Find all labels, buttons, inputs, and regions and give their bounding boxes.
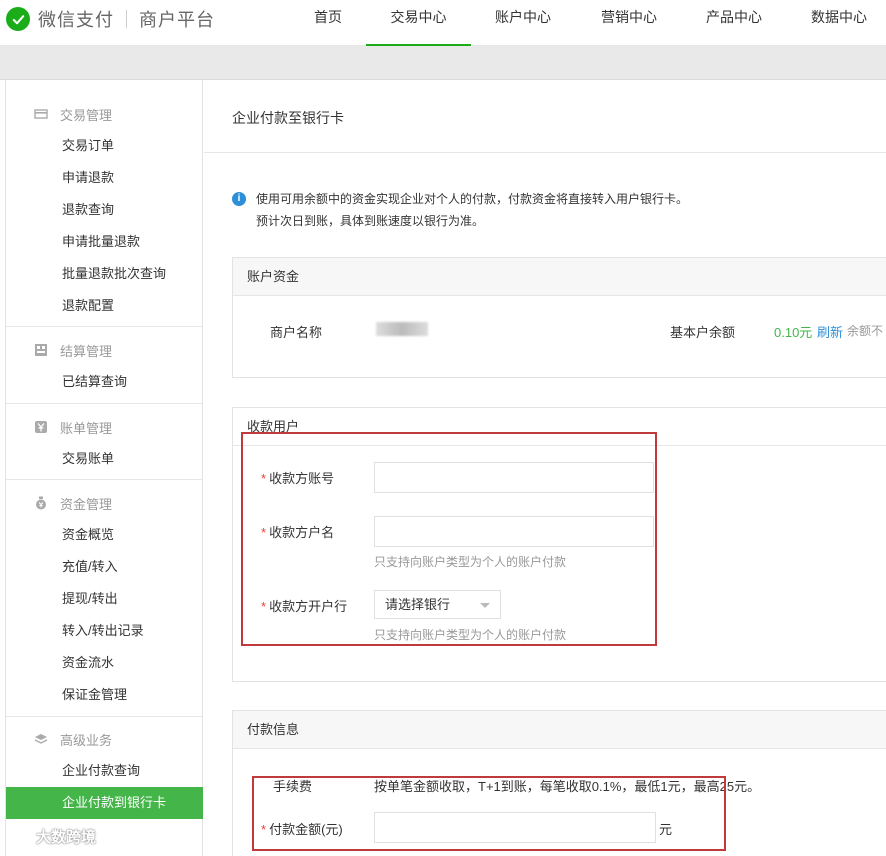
nav-home[interactable]: 首页	[313, 0, 343, 46]
sidebar-group-header: 结算管理	[6, 334, 203, 366]
amount-unit: 元	[659, 822, 673, 837]
grid-icon	[34, 343, 48, 357]
nav-trade-center[interactable]: 交易中心	[366, 0, 471, 46]
payee-account-label: * 收款方账号	[261, 471, 335, 486]
payment-info-panel: 付款信息 手续费 按单笔金额收取，T+1到账，每笔收取0.1%，最低1元，最高2…	[232, 710, 886, 856]
payee-panel: 收款用户 * 收款方账号 * 收款方户名 只支持向账户类型为个人的账户付款 * 收款方…	[232, 407, 886, 682]
chevron-down-icon	[480, 603, 490, 608]
merchant-name-redacted	[376, 322, 428, 336]
notice: i 使用可用余额中的资金实现企业对个人的付款，付款资金将直接转入用户银行卡。 预…	[232, 188, 688, 232]
sidebar-item-refund-config[interactable]: 退款配置	[6, 290, 203, 322]
sidebar-item-deposit-management[interactable]: 保证金管理	[6, 679, 203, 711]
sidebar-group-header: 账单管理	[6, 411, 203, 443]
top-nav-bar: 微信支付 商户平台 首页 交易中心 账户中心 营销中心 产品中心 数据中心	[0, 0, 886, 46]
brand[interactable]: 微信支付 商户平台	[6, 6, 215, 32]
balance-label: 基本户余额	[670, 325, 736, 340]
sidebar-group-bills: 账单管理 交易账单	[6, 411, 203, 475]
sidebar-divider	[6, 479, 203, 480]
brand-platform: 商户平台	[139, 10, 215, 30]
panel-header: 收款用户	[233, 408, 886, 446]
merchant-name-label: 商户名称	[270, 325, 323, 340]
sidebar-item-trade-bill[interactable]: 交易账单	[6, 443, 203, 475]
account-funds-panel: 账户资金 商户名称 基本户余额 0.10元 刷新 余额不	[232, 257, 886, 378]
sidebar-item-enterprise-payment-query[interactable]: 企业付款查询	[6, 755, 203, 787]
fee-label: 手续费	[273, 779, 313, 794]
brand-name: 微信支付	[38, 10, 114, 30]
sidebar-group-header: 高级业务	[6, 723, 203, 755]
amount-label: * 付款金额(元)	[261, 822, 343, 837]
sidebar-group-header: 交易管理	[6, 98, 203, 130]
sidebar-item-batch-refund-query[interactable]: 批量退款批次查询	[6, 258, 203, 290]
sidebar-item-trade-orders[interactable]: 交易订单	[6, 130, 203, 162]
watermark: 大数跨境	[6, 826, 96, 847]
balance-value: 0.10元	[774, 325, 813, 340]
sidebar-item-fund-flow[interactable]: 资金流水	[6, 647, 203, 679]
sidebar-item-batch-refund[interactable]: 申请批量退款	[6, 226, 203, 258]
yen-icon	[34, 420, 48, 434]
panel-header: 付款信息	[233, 711, 886, 749]
page-title: 企业付款至银行卡	[232, 110, 344, 126]
info-icon: i	[232, 192, 246, 206]
sidebar-group-trade: 交易管理 交易订单 申请退款 退款查询 申请批量退款 批量退款批次查询 退款配置	[6, 98, 203, 322]
sidebar-item-withdraw[interactable]: 提现/转出	[6, 583, 203, 615]
bank-select[interactable]: 请选择银行	[374, 590, 501, 619]
sidebar-item-funds-overview[interactable]: 资金概览	[6, 519, 203, 551]
watermark-logo-icon	[7, 831, 29, 844]
fee-text: 按单笔金额收取，T+1到账，每笔收取0.1%，最低1元，最高25元。	[374, 779, 761, 794]
nav-data-center[interactable]: 数据中心	[807, 0, 871, 46]
balance-note: 余额不	[847, 324, 884, 338]
money-bag-icon	[34, 496, 48, 510]
notice-line-1: 使用可用余额中的资金实现企业对个人的付款，付款资金将直接转入用户银行卡。	[256, 192, 689, 206]
nav-marketing-center[interactable]: 营销中心	[597, 0, 661, 46]
sidebar-item-refund-query[interactable]: 退款查询	[6, 194, 203, 226]
sidebar-item-transfer-records[interactable]: 转入/转出记录	[6, 615, 203, 647]
sidebar-divider	[6, 326, 203, 327]
sidebar: 交易管理 交易订单 申请退款 退款查询 申请批量退款 批量退款批次查询 退款配置…	[5, 80, 203, 856]
brand-divider	[126, 10, 127, 28]
sidebar-item-settled-query[interactable]: 已结算查询	[6, 366, 203, 398]
sidebar-item-recharge[interactable]: 充值/转入	[6, 551, 203, 583]
sidebar-group-header: 资金管理	[6, 487, 203, 519]
breadcrumb-bar	[0, 46, 886, 80]
payee-account-input[interactable]	[374, 462, 654, 493]
sidebar-group-settlement: 结算管理 已结算查询	[6, 334, 203, 398]
amount-input[interactable]	[374, 812, 656, 843]
sidebar-divider	[6, 403, 203, 404]
sidebar-item-apply-refund[interactable]: 申请退款	[6, 162, 203, 194]
sidebar-group-funds: 资金管理 资金概览 充值/转入 提现/转出 转入/转出记录 资金流水 保证金管理	[6, 487, 203, 711]
card-icon	[34, 107, 48, 121]
payee-bank-label: * 收款方开户行	[261, 599, 348, 614]
sidebar-item-enterprise-payment-to-bank[interactable]: 企业付款到银行卡	[6, 787, 203, 819]
sidebar-group-advanced: 高级业务 企业付款查询 企业付款到银行卡	[6, 723, 203, 819]
refresh-link[interactable]: 刷新	[817, 322, 843, 341]
nav-product-center[interactable]: 产品中心	[702, 0, 766, 46]
payee-bank-hint: 只支持向账户类型为个人的账户付款	[374, 628, 567, 642]
payee-name-label: * 收款方户名	[261, 525, 335, 540]
wechat-pay-logo-icon	[6, 7, 30, 31]
notice-line-2: 预计次日到账，具体到账速度以银行为准。	[256, 214, 485, 228]
nav-account-center[interactable]: 账户中心	[491, 0, 555, 46]
layers-icon	[34, 732, 48, 746]
sidebar-divider	[6, 716, 203, 717]
main-content: 企业付款至银行卡 i 使用可用余额中的资金实现企业对个人的付款，付款资金将直接转…	[204, 80, 886, 856]
title-divider	[204, 152, 886, 153]
payee-name-input[interactable]	[374, 516, 654, 547]
panel-header: 账户资金	[233, 258, 886, 296]
payee-name-hint: 只支持向账户类型为个人的账户付款	[374, 555, 567, 569]
